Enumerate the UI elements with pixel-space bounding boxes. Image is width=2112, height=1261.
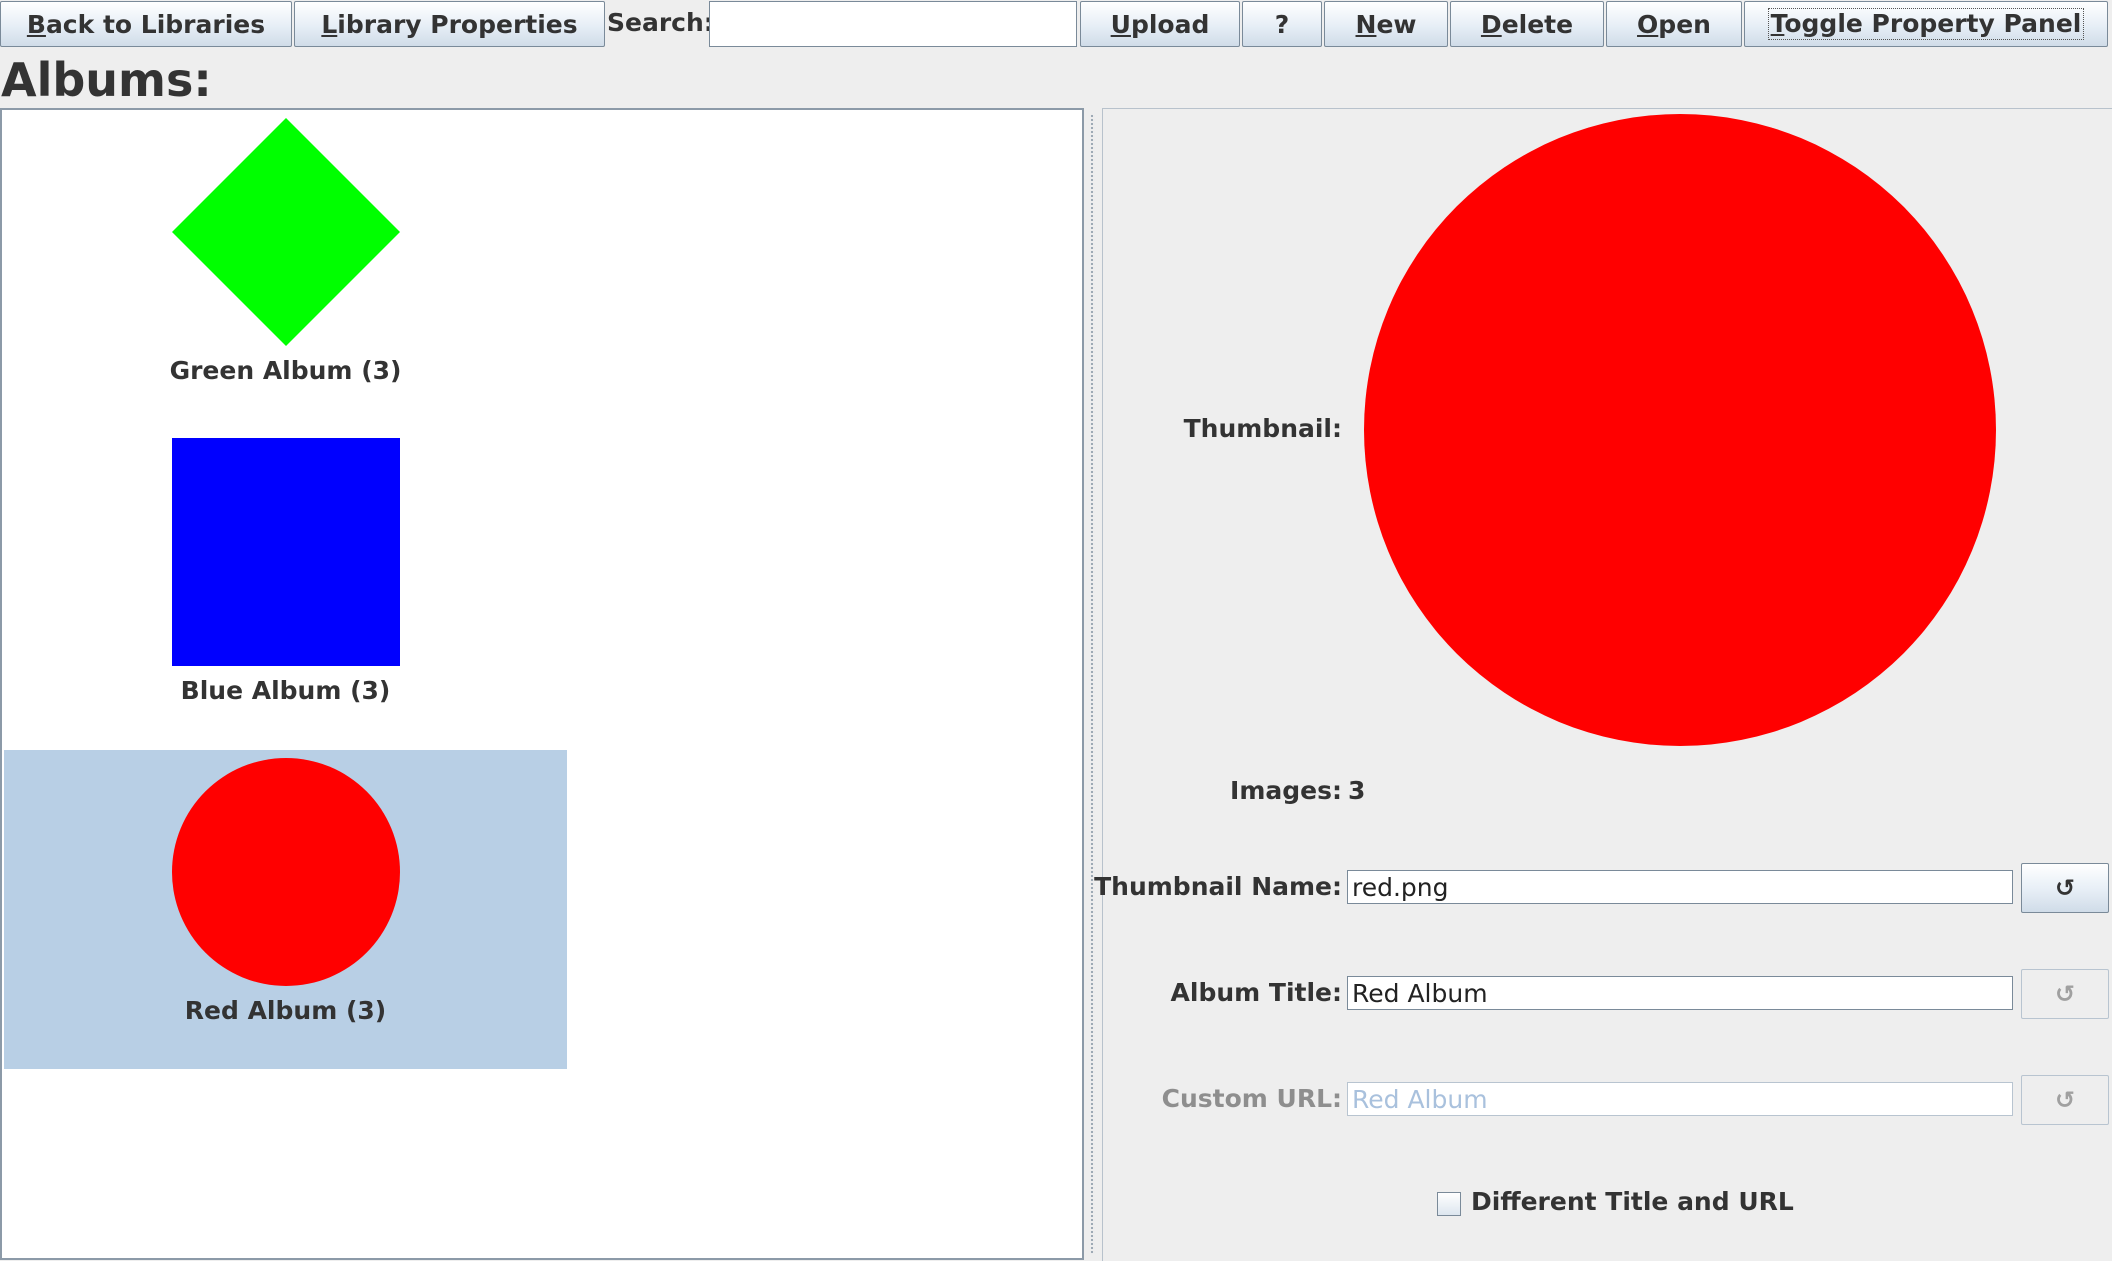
toggle-mnemonic: T [1770, 9, 1785, 38]
property-panel: Thumbnail: Images: 3 Thumbnail Name: ↺ A… [1094, 108, 2112, 1261]
back-mnemonic: B [26, 9, 46, 39]
reset-icon: ↺ [2054, 980, 2076, 1008]
circle-shape [172, 758, 400, 986]
page-title: Albums: [1, 53, 212, 107]
album-list[interactable]: Green Album (3) Blue Album (3) Red Album… [0, 108, 1084, 1260]
thumbnail-name-field[interactable] [1347, 870, 2013, 904]
album-item-green[interactable]: Green Album (3) [4, 110, 567, 429]
reset-album-title-button[interactable]: ↺ [2021, 969, 2109, 1019]
open-mnemonic: O [1637, 9, 1659, 39]
different-title-url-label[interactable]: Different Title and URL [1471, 1187, 1794, 1216]
album-title-field[interactable] [1347, 976, 2013, 1010]
new-label: ew [1376, 9, 1417, 39]
reset-icon: ↺ [2054, 1086, 2076, 1114]
album-title-label: Album Title: [1170, 978, 1342, 1007]
circle-thumbnail [172, 758, 400, 986]
reset-icon: ↺ [2054, 874, 2076, 902]
new-mnemonic: N [1355, 9, 1377, 39]
divider-grip [1090, 114, 1095, 1254]
open-label: pen [1658, 9, 1711, 39]
upload-mnemonic: U [1110, 9, 1131, 39]
images-label: Images: [1230, 776, 1342, 805]
open-button[interactable]: Open [1606, 1, 1742, 47]
back-to-libraries-button[interactable]: Back to Libraries [0, 1, 292, 47]
album-label: Blue Album (3) [180, 676, 391, 705]
delete-button[interactable]: Delete [1450, 1, 1604, 47]
reset-custom-url-button[interactable]: ↺ [2021, 1075, 2109, 1125]
album-label: Red Album (3) [184, 996, 387, 1025]
library-properties-button[interactable]: Library Properties [294, 1, 605, 47]
toggle-property-panel-button[interactable]: Toggle Property Panel [1744, 1, 2108, 47]
diamond-shape [172, 118, 400, 346]
upload-label: pload [1130, 9, 1210, 39]
square-thumbnail [172, 438, 400, 666]
images-count: 3 [1348, 776, 1366, 805]
new-button[interactable]: New [1324, 1, 1448, 47]
upload-button[interactable]: Upload [1080, 1, 1240, 47]
custom-url-field[interactable] [1347, 1082, 2013, 1116]
split-pane-divider[interactable] [1084, 108, 1102, 1260]
properties-mnemonic: L [321, 9, 338, 39]
different-title-url-checkbox[interactable] [1437, 1192, 1461, 1216]
help-button[interactable]: ? [1242, 1, 1322, 47]
help-label: ? [1274, 9, 1290, 39]
diamond-thumbnail [172, 118, 400, 346]
properties-label: ibrary Properties [337, 9, 578, 39]
reset-thumbnail-name-button[interactable]: ↺ [2021, 863, 2109, 913]
album-label: Green Album (3) [169, 356, 402, 385]
delete-mnemonic: D [1480, 9, 1502, 39]
thumbnail-name-label: Thumbnail Name: [1094, 872, 1342, 901]
search-input[interactable] [709, 1, 1077, 47]
delete-label: elete [1501, 9, 1574, 39]
album-item-red[interactable]: Red Album (3) [4, 750, 567, 1069]
album-item-blue[interactable]: Blue Album (3) [4, 430, 567, 749]
search-label: Search: [607, 8, 714, 37]
focus-ring: Toggle Property Panel [1767, 8, 2085, 40]
thumbnail-preview [1364, 114, 1996, 746]
thumbnail-label: Thumbnail: [1183, 414, 1342, 443]
square-shape [172, 438, 400, 666]
toggle-label: oggle Property Panel [1784, 9, 2082, 38]
back-label: ack to Libraries [45, 9, 266, 39]
custom-url-label: Custom URL: [1161, 1084, 1342, 1113]
thumbnail-preview-circle [1364, 114, 1996, 746]
